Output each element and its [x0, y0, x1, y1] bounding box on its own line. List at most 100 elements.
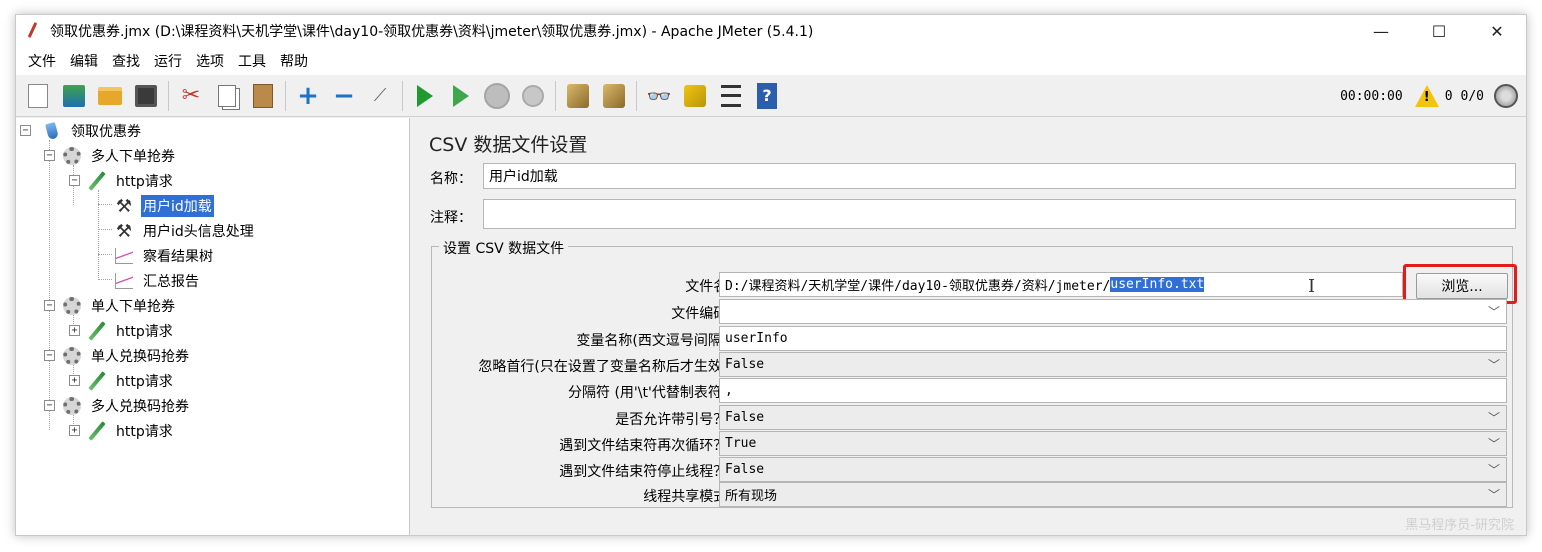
- minimize-button[interactable]: —: [1352, 15, 1410, 47]
- panel-title: CSV 数据文件设置: [429, 134, 588, 156]
- collapse-toggle[interactable]: −: [44, 300, 55, 311]
- expand-toggle[interactable]: +: [69, 375, 80, 386]
- save-button[interactable]: [131, 81, 161, 111]
- templates-button[interactable]: [59, 81, 89, 111]
- warning-icon[interactable]: !: [1414, 85, 1439, 107]
- menu-options[interactable]: 选项: [189, 51, 231, 71]
- tree-node-label: http请求: [116, 374, 173, 390]
- chevron-down-icon: ﹀: [1487, 358, 1500, 372]
- reset-search-button[interactable]: [680, 81, 710, 111]
- tree-node-sampler[interactable]: + http请求: [69, 370, 175, 392]
- collapse-toggle[interactable]: −: [20, 125, 31, 136]
- menu-edit[interactable]: 编辑: [63, 51, 105, 71]
- listener-icon: [112, 245, 136, 267]
- thread-group-icon: [60, 395, 84, 417]
- browse-button[interactable]: 浏览...: [1416, 273, 1508, 299]
- collapse-toggle[interactable]: −: [44, 350, 55, 361]
- filename-path: D:/课程资料/天机学堂/课件/day10-领取优惠券/资料/jmeter/: [725, 279, 1111, 294]
- menu-file[interactable]: 文件: [21, 51, 63, 71]
- tree-node-results-tree[interactable]: 察看结果树: [112, 245, 215, 267]
- title-bar: 领取优惠券.jmx (D:\课程资料\天机学堂\课件\day10-领取优惠券\资…: [16, 15, 1526, 47]
- tree-node-header-manager[interactable]: ⚒ 用户id头信息处理: [112, 220, 256, 242]
- chevron-down-icon: ﹀: [1487, 437, 1500, 451]
- tree-node-label: http请求: [116, 324, 173, 340]
- close-button[interactable]: ✕: [1468, 15, 1526, 47]
- reset-search-icon: [684, 84, 706, 107]
- quoted-data-select[interactable]: False ﹀: [719, 405, 1507, 430]
- tree-node-csv-config[interactable]: ⚒ 用户id加载: [112, 195, 214, 217]
- recycle-select[interactable]: True ﹀: [719, 431, 1507, 456]
- delimiter-field[interactable]: ,: [719, 378, 1507, 403]
- expand-toggle[interactable]: +: [69, 425, 80, 436]
- tree-node-summary-report[interactable]: 汇总报告: [112, 270, 201, 292]
- browse-highlight: 浏览...: [1403, 264, 1517, 304]
- name-field[interactable]: 用户id加载: [483, 163, 1516, 189]
- function-helper-button[interactable]: [716, 81, 746, 111]
- ignore-first-line-select[interactable]: False ﹀: [719, 352, 1507, 377]
- search-button[interactable]: 👓: [644, 81, 674, 111]
- start-no-pause-button[interactable]: [446, 81, 476, 111]
- clear-all-icon: [603, 83, 625, 108]
- paste-button[interactable]: [248, 81, 278, 111]
- save-icon: [135, 84, 157, 107]
- filename-field[interactable]: D:/课程资料/天机学堂/课件/day10-领取优惠券/资料/jmeter/us…: [719, 272, 1403, 297]
- menu-search[interactable]: 查找: [105, 51, 147, 71]
- clear-all-button[interactable]: [599, 81, 629, 111]
- expand-all-button[interactable]: +: [293, 81, 323, 111]
- text-cursor-icon: I: [1308, 276, 1316, 297]
- comment-label: 注释：: [430, 210, 472, 226]
- clear-button[interactable]: [563, 81, 593, 111]
- open-button[interactable]: [95, 81, 125, 111]
- cut-button[interactable]: ✂: [176, 81, 206, 111]
- stop-icon: [484, 82, 510, 109]
- chevron-down-icon: ﹀: [1487, 488, 1500, 502]
- tree-node-label: http请求: [116, 424, 173, 440]
- help-button[interactable]: ?: [752, 81, 782, 111]
- sampler-icon: [85, 170, 109, 192]
- toggle-button[interactable]: ⟋: [365, 81, 395, 111]
- jmeter-window: 领取优惠券.jmx (D:\课程资料\天机学堂\课件\day10-领取优惠券\资…: [15, 14, 1527, 536]
- maximize-button[interactable]: ☐: [1410, 15, 1468, 47]
- tree-node-label-selected: 用户id加载: [141, 195, 214, 217]
- toolbar-separator: [555, 80, 556, 111]
- tree-node-thread-group[interactable]: − 多人兑换码抢券: [44, 395, 191, 417]
- collapse-toggle[interactable]: −: [44, 400, 55, 411]
- tree-node-sampler[interactable]: + http请求: [69, 420, 175, 442]
- ignore-first-line-label: 忽略首行(只在设置了变量名称后才生效):: [478, 359, 732, 375]
- expand-icon: +: [297, 80, 319, 111]
- collapse-toggle[interactable]: −: [44, 150, 55, 161]
- stop-thread-select[interactable]: False ﹀: [719, 457, 1507, 482]
- shutdown-button[interactable]: [518, 81, 548, 111]
- sharing-mode-select[interactable]: 所有现场 ﹀: [719, 482, 1507, 507]
- start-button[interactable]: [410, 81, 440, 111]
- menu-tools[interactable]: 工具: [231, 51, 273, 71]
- tree-node-sampler[interactable]: − http请求: [69, 170, 175, 192]
- collapse-toggle[interactable]: −: [69, 175, 80, 186]
- variable-names-field[interactable]: userInfo: [719, 326, 1507, 351]
- tree-node-thread-group[interactable]: − 单人兑换码抢券: [44, 345, 191, 367]
- collapse-all-button[interactable]: −: [329, 81, 359, 111]
- function-helper-icon: [721, 84, 741, 107]
- window-title: 领取优惠券.jmx (D:\课程资料\天机学堂\课件\day10-领取优惠券\资…: [50, 24, 814, 40]
- quoted-data-label: 是否允许带引号？:: [615, 412, 732, 428]
- copy-button[interactable]: [212, 81, 242, 111]
- menu-help[interactable]: 帮助: [273, 51, 315, 71]
- tree-node-label: 单人下单抢券: [91, 299, 175, 315]
- comment-field[interactable]: [483, 199, 1516, 229]
- tree-node-sampler[interactable]: + http请求: [69, 320, 175, 342]
- open-icon: [98, 86, 122, 105]
- stop-thread-value: False: [725, 462, 765, 477]
- menu-run[interactable]: 运行: [147, 51, 189, 71]
- encoding-select[interactable]: ﹀: [719, 299, 1507, 324]
- tree-node-test-plan[interactable]: − 领取优惠券: [20, 120, 143, 142]
- stop-button[interactable]: [482, 81, 512, 111]
- new-button[interactable]: [23, 81, 53, 111]
- toolbar-separator: [402, 80, 403, 111]
- quoted-data-value: False: [725, 410, 765, 425]
- tree-node-thread-group[interactable]: − 多人下单抢券: [44, 145, 177, 167]
- sampler-icon: [85, 370, 109, 392]
- expand-toggle[interactable]: +: [69, 325, 80, 336]
- tree-node-thread-group[interactable]: − 单人下单抢券: [44, 295, 177, 317]
- tree-connector: [98, 279, 112, 280]
- copy-icon: [218, 84, 236, 107]
